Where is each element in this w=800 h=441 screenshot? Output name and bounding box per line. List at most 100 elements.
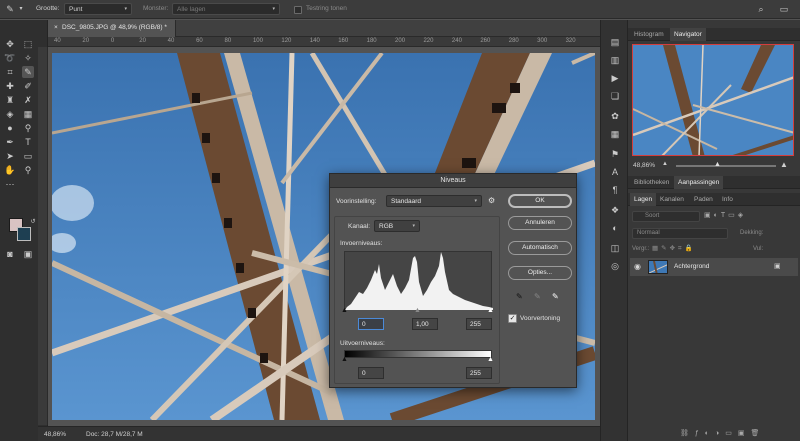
zoom-readout[interactable]: 48,86% [44, 431, 66, 438]
clone-stamp-icon[interactable]: ♜ [4, 94, 16, 106]
marquee-tool-icon[interactable]: ⬚ [22, 38, 34, 50]
navigator-zoom-value[interactable]: 48,86% [633, 162, 655, 169]
lock-icons[interactable]: ▦✎✥⌗🔒 [652, 244, 702, 254]
show-ring-label: Testring tonen [306, 5, 347, 12]
preview-checkbox[interactable]: ✓ [508, 314, 517, 323]
navigator-preview[interactable] [632, 44, 794, 156]
layer-row-background[interactable]: ◉ Achtergrond ▣ [630, 258, 798, 276]
auto-button[interactable]: Automatisch [508, 241, 572, 255]
ok-button[interactable]: OK [508, 194, 572, 208]
options-button[interactable]: Opties... [508, 266, 572, 280]
output-white-field[interactable]: 255 [466, 367, 492, 379]
tab-adjustments[interactable]: Aanpassingen [674, 176, 724, 189]
brush-tool-icon[interactable]: ✐ [22, 80, 34, 92]
tab-libraries[interactable]: Bibliotheken [630, 176, 673, 189]
comment-icon[interactable]: ❏ [609, 90, 621, 102]
ruler-tick-label: 60 [196, 38, 203, 44]
dodge-tool-icon[interactable]: ⚲ [22, 122, 34, 134]
navigator-thumbnail [633, 45, 793, 155]
visibility-eye-icon[interactable]: ◉ [634, 262, 641, 271]
history-brush-icon[interactable]: ✗ [22, 94, 34, 106]
character-icon[interactable]: A [609, 166, 621, 178]
doc-size-info[interactable]: Doc: 28,7 M/28,7 M [86, 431, 143, 438]
blur-tool-icon[interactable]: ● [4, 122, 16, 134]
input-gamma-slider[interactable]: ▲ [414, 307, 421, 314]
chevron-down-icon[interactable]: ▾ [15, 3, 27, 15]
tab-paths[interactable]: Paden [690, 193, 717, 206]
paragraph-icon[interactable]: ¶ [609, 184, 621, 196]
clone-source-icon[interactable]: ⚑ [609, 148, 621, 160]
background-color-swatch[interactable] [17, 227, 31, 241]
brush-settings-icon[interactable]: ✿ [609, 110, 621, 122]
properties-icon[interactable]: ▥ [609, 54, 621, 66]
zoom-out-icon[interactable]: ▲ [662, 161, 672, 169]
zoom-slider-thumb[interactable]: ▲ [714, 161, 721, 168]
eraser-tool-icon[interactable]: ◈ [4, 108, 16, 120]
black-point-eyedropper-icon[interactable]: ✎ [516, 292, 523, 301]
input-white-slider[interactable]: ▲ [487, 307, 494, 314]
preset-options-gear-icon[interactable]: ⚙ [488, 196, 495, 205]
output-black-field[interactable]: 0 [358, 367, 384, 379]
sample-select[interactable]: Alle lagen ▾ [172, 3, 280, 15]
output-white-slider[interactable]: ▲ [487, 356, 494, 363]
show-ring-checkbox[interactable] [294, 6, 302, 14]
blend-mode-select[interactable]: Normaal [632, 228, 728, 239]
output-black-slider[interactable]: ▲ [341, 356, 348, 363]
crop-tool-icon[interactable]: ⌗ [4, 66, 16, 78]
lasso-tool-icon[interactable]: ➰ [4, 52, 16, 64]
vertical-ruler [38, 47, 48, 425]
pen-tool-icon[interactable]: ✒ [4, 136, 16, 148]
navigator-zoom-slider[interactable] [676, 165, 776, 167]
channel-select[interactable]: RGB ▾ [374, 220, 420, 232]
type-tool-icon[interactable]: T [22, 136, 34, 148]
workspace-icon[interactable]: ▭ [778, 3, 790, 15]
zoom-in-icon[interactable]: ▲ [780, 160, 788, 169]
screen-mode-icon[interactable]: ▣ [22, 248, 34, 260]
cancel-button[interactable]: Annuleren [508, 216, 572, 230]
layers-footer-icons[interactable]: ⛓ƒ◐◑▭▣🗑 [680, 429, 796, 439]
swatches-icon[interactable]: ▦ [609, 128, 621, 140]
gray-point-eyedropper-icon[interactable]: ✎ [534, 292, 541, 301]
tab-navigator[interactable]: Navigator [670, 28, 706, 41]
tab-channels[interactable]: Kanalen [656, 193, 688, 206]
tab-histogram[interactable]: Histogram [630, 28, 668, 41]
lock-label: Vergr.: [632, 246, 650, 252]
search-icon[interactable]: ⌕ [755, 3, 767, 15]
zoom-tool-icon[interactable]: ⚲ [22, 164, 34, 176]
layer-filter-select[interactable]: Soort [632, 211, 700, 222]
close-icon[interactable]: × [54, 24, 58, 31]
history-icon[interactable]: ▤ [609, 36, 621, 48]
ruler-tick-label: 220 [423, 38, 434, 44]
input-gamma-field[interactable]: 1,00 [412, 318, 438, 330]
input-black-slider[interactable]: ▲ [341, 307, 348, 314]
adjustments-panel-tabs: Bibliotheken Aanpassingen [628, 176, 800, 189]
play-icon[interactable]: ▶ [609, 72, 621, 84]
channels-icon[interactable]: ◎ [609, 260, 621, 272]
input-levels-label: Invoerniveaus: [340, 240, 383, 247]
move-tool-icon[interactable]: ✥ [4, 38, 16, 50]
eyedropper-tool-icon[interactable]: ✎ [22, 66, 34, 78]
gradient-tool-icon[interactable]: ▦ [22, 108, 34, 120]
ruler-tick-label: 100 [252, 38, 263, 44]
preset-select[interactable]: Standaard ▾ [386, 195, 482, 207]
libraries-icon[interactable]: ❖ [609, 204, 621, 216]
layer-filter-icons[interactable]: ▣◐T▭◈ [704, 211, 768, 222]
document-tab[interactable]: × DSC_9805.JPG @ 48,9% (RGB/8) * [48, 20, 176, 37]
more-tools-icon[interactable]: ⋯ [4, 178, 16, 190]
tab-layers[interactable]: Lagen [630, 193, 657, 206]
magic-wand-icon[interactable]: ✧ [22, 52, 34, 64]
tab-info[interactable]: Info [718, 193, 737, 206]
quick-mask-icon[interactable]: ◙ [4, 248, 16, 260]
adjustments-icon[interactable]: ◐ [609, 222, 621, 234]
healing-brush-icon[interactable]: ✚ [4, 80, 16, 92]
input-black-field[interactable]: 0 [358, 318, 384, 330]
size-select[interactable]: Punt ▾ [64, 3, 132, 15]
white-point-eyedropper-icon[interactable]: ✎ [552, 292, 559, 301]
shape-tool-icon[interactable]: ▭ [22, 150, 34, 162]
input-white-field[interactable]: 255 [466, 318, 492, 330]
ruler-tick-label: 0 [110, 38, 115, 44]
layers-icon[interactable]: ◫ [609, 242, 621, 254]
path-selection-icon[interactable]: ➤ [4, 150, 16, 162]
document-tab-title: DSC_9805.JPG @ 48,9% (RGB/8) * [62, 24, 167, 31]
hand-tool-icon[interactable]: ✋ [4, 164, 16, 176]
